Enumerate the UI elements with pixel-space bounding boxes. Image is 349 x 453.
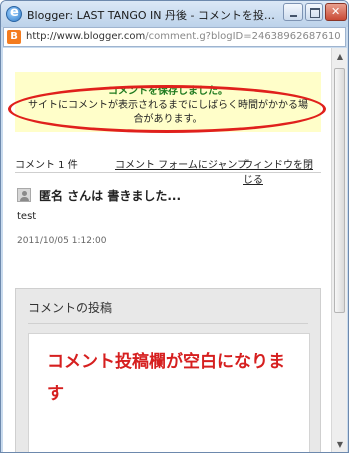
close-window-link[interactable]: ウィンドウを閉じる [243, 156, 321, 186]
url-path: /comment.g?blogID=24638962687610 [145, 31, 341, 42]
popup-window: Blogger: LAST TANGO IN 丹後 - コメントを投… B ht… [0, 0, 349, 453]
page-content: コメントを保存しました。 サイトにコメントが表示されるまでにしばらく時間がかかる… [3, 48, 331, 452]
url-host: http://www.blogger.com [26, 31, 146, 42]
scroll-down-arrow-icon[interactable]: ▼ [333, 438, 347, 452]
anonymous-user-icon [17, 188, 31, 202]
comment-post-box: コメントの投稿 コメント投稿欄が空白になります [15, 288, 321, 452]
notice-title: コメントを保存しました。 [108, 86, 228, 97]
save-notice: コメントを保存しました。 サイトにコメントが表示されるまでにしばらく時間がかかる… [15, 72, 321, 132]
maximize-button[interactable] [305, 3, 323, 21]
window-title: Blogger: LAST TANGO IN 丹後 - コメントを投… [27, 9, 275, 22]
comment-body: test [17, 211, 37, 222]
comment-author: 匿名 さんは 書きました... [39, 189, 182, 203]
post-form-header: コメントの投稿 [28, 301, 113, 315]
comment-count: コメント 1 件 [15, 160, 78, 171]
jump-to-form-link[interactable]: コメント フォームにジャンプ [115, 156, 247, 171]
scroll-up-arrow-icon[interactable]: ▲ [333, 50, 347, 64]
ie-icon [6, 5, 22, 22]
vertical-scrollbar[interactable]: ▲ ▼ [331, 48, 347, 452]
blogger-icon: B [7, 30, 21, 44]
title-bar[interactable]: Blogger: LAST TANGO IN 丹後 - コメントを投… [1, 1, 348, 27]
divider [15, 172, 321, 173]
comment-form-area[interactable]: コメント投稿欄が空白になります [28, 333, 310, 452]
blank-form-annotation: コメント投稿欄が空白になります [47, 352, 285, 404]
comments-bar: コメント 1 件 コメント フォームにジャンプ ウィンドウを閉じる [15, 156, 321, 186]
notice-body: サイトにコメントが表示されるまでにしばらく時間がかかる場合があります。 [28, 100, 308, 125]
minimize-button[interactable] [283, 3, 303, 21]
comment-timestamp[interactable]: 2011/10/05 1:12:00 [17, 236, 106, 246]
address-bar[interactable]: B http://www.blogger.com/comment.g?blogI… [3, 27, 346, 47]
close-window-button[interactable] [325, 3, 347, 21]
scroll-thumb[interactable] [334, 68, 345, 313]
divider [28, 323, 308, 324]
url-text[interactable]: http://www.blogger.com/comment.g?blogID=… [26, 31, 344, 42]
